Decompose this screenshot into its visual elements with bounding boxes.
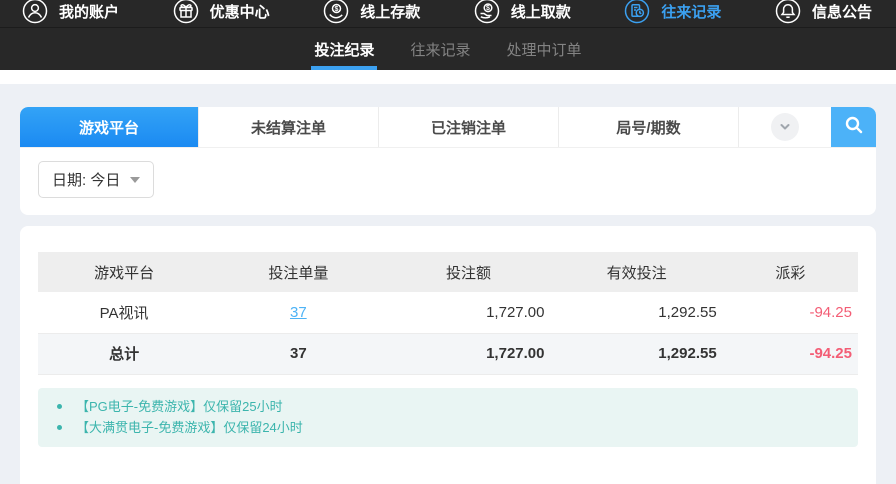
bullet-icon: [57, 404, 62, 409]
nav-item-withdraw[interactable]: $ 线上取款: [474, 0, 571, 24]
records-icon: [624, 0, 650, 24]
cell-bet-amount: 1,727.00: [386, 292, 550, 333]
chevron-down-icon: [771, 113, 799, 141]
table-row: PA视讯 37 1,727.00 1,292.55 -94.25: [38, 292, 858, 333]
top-navbar: 我的账户 优惠中心 $ 线上存款: [0, 0, 896, 27]
results-card: 游戏平台 投注单量 投注额 有效投注 派彩 PA视讯 37 1,727.00 1…: [20, 226, 876, 484]
subnav-tab-betting-records[interactable]: 投注纪录: [311, 28, 377, 70]
tab-label: 游戏平台: [79, 117, 139, 138]
filter-panel: 游戏平台 未结算注单 已注销注单 局号/期数: [20, 107, 876, 215]
header-game-platform: 游戏平台: [38, 252, 210, 292]
caret-down-icon: [130, 177, 140, 183]
notice-text: 【PG电子-免费游戏】仅保留25小时: [76, 396, 283, 417]
nav-label: 线上存款: [360, 1, 420, 22]
tab-round-number[interactable]: 局号/期数: [558, 107, 738, 147]
date-filter-dropdown[interactable]: 日期: 今日: [38, 161, 154, 198]
nav-item-records[interactable]: 往来记录: [624, 0, 721, 24]
nav-item-promotions[interactable]: 优惠中心: [173, 0, 270, 24]
table-header-row: 游戏平台 投注单量 投注额 有效投注 派彩: [38, 252, 858, 292]
notice-line: 【大满贯电子-免费游戏】仅保留24小时: [57, 417, 844, 438]
cell-total-count: 37: [210, 333, 386, 374]
nav-label: 往来记录: [661, 1, 721, 22]
filter-tabs: 游戏平台 未结算注单 已注销注单 局号/期数: [20, 107, 876, 148]
header-bet-amount: 投注额: [386, 252, 550, 292]
notice-box: 【PG电子-免费游戏】仅保留25小时 【大满贯电子-免费游戏】仅保留24小时: [38, 388, 858, 447]
tab-label: 局号/期数: [616, 117, 680, 138]
nav-item-my-account[interactable]: 我的账户: [22, 0, 119, 24]
deposit-coin-icon: $: [323, 0, 349, 24]
filter-row: 日期: 今日: [20, 148, 876, 215]
subnav-tab-processing-orders[interactable]: 处理中订单: [504, 28, 585, 70]
header-bet-count: 投注单量: [210, 252, 386, 292]
header-valid-bets: 有效投注: [550, 252, 722, 292]
cell-valid-bets: 1,292.55: [550, 292, 722, 333]
search-button[interactable]: [831, 107, 876, 147]
svg-text:$: $: [335, 6, 339, 13]
cell-total-payout: -94.25: [723, 333, 858, 374]
search-icon: [843, 114, 865, 141]
bet-count-link[interactable]: 37: [290, 304, 307, 321]
nav-item-deposit[interactable]: $ 线上存款: [323, 0, 420, 24]
nav-label: 我的账户: [59, 1, 119, 22]
date-filter-label: 日期: 今日: [52, 169, 120, 190]
bullet-icon: [57, 425, 62, 430]
nav-label: 优惠中心: [210, 1, 270, 22]
white-strip: [0, 70, 896, 84]
subnav-tab-transaction-records[interactable]: 往来记录: [407, 28, 473, 70]
bell-icon: [775, 0, 801, 24]
subnav-tab-label: 处理中订单: [507, 39, 582, 60]
secondary-navbar: 投注纪录 往来记录 处理中订单: [0, 27, 896, 70]
results-table: 游戏平台 投注单量 投注额 有效投注 派彩 PA视讯 37 1,727.00 1…: [38, 252, 858, 375]
cell-platform: PA视讯: [38, 292, 210, 333]
notice-text: 【大满贯电子-免费游戏】仅保留24小时: [76, 417, 303, 438]
cell-total-label: 总计: [38, 333, 210, 374]
subnav-tab-label: 投注纪录: [314, 39, 374, 60]
nav-item-announcements[interactable]: 信息公告: [775, 0, 872, 24]
cell-payout: -94.25: [723, 292, 858, 333]
header-payout: 派彩: [723, 252, 858, 292]
cell-total-valid: 1,292.55: [550, 333, 722, 374]
notice-line: 【PG电子-免费游戏】仅保留25小时: [57, 396, 844, 417]
tab-unsettled-bets[interactable]: 未结算注单: [198, 107, 378, 147]
tab-cancelled-bets[interactable]: 已注销注单: [378, 107, 558, 147]
tab-label: 未结算注单: [251, 117, 326, 138]
nav-label: 线上取款: [511, 1, 571, 22]
gift-icon: [173, 0, 199, 24]
main-content: 游戏平台 未结算注单 已注销注单 局号/期数: [0, 84, 896, 484]
nav-label: 信息公告: [812, 1, 872, 22]
expand-toggle[interactable]: [738, 107, 831, 147]
cell-total-amount: 1,727.00: [386, 333, 550, 374]
svg-text:$: $: [486, 5, 490, 12]
withdraw-coin-icon: $: [474, 0, 500, 24]
tab-game-platform[interactable]: 游戏平台: [20, 107, 198, 147]
tab-label: 已注销注单: [431, 117, 506, 138]
subnav-tab-label: 往来记录: [410, 39, 470, 60]
user-icon: [22, 0, 48, 24]
table-total-row: 总计 37 1,727.00 1,292.55 -94.25: [38, 333, 858, 374]
